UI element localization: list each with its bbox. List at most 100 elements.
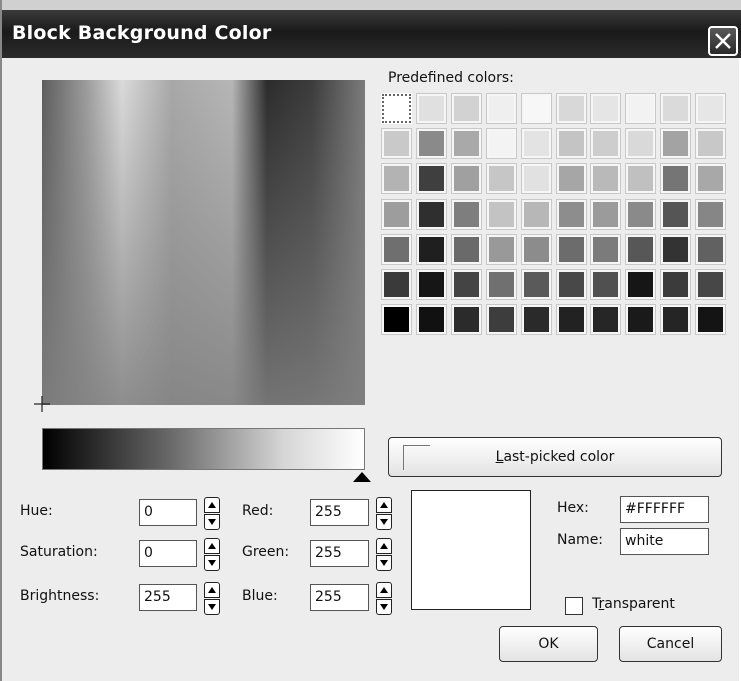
color-swatch[interactable] — [451, 163, 482, 194]
color-swatch[interactable] — [381, 199, 412, 230]
hue-decrement-button[interactable] — [204, 514, 220, 530]
red-input[interactable]: 255 — [310, 499, 369, 526]
name-input[interactable]: white — [620, 528, 709, 555]
blue-input[interactable]: 255 — [310, 584, 369, 611]
close-button[interactable] — [708, 26, 738, 56]
color-swatch[interactable] — [590, 234, 621, 265]
color-swatch[interactable] — [416, 234, 447, 265]
color-swatch[interactable] — [381, 128, 412, 159]
brightness-input[interactable]: 255 — [139, 584, 197, 611]
color-swatch[interactable] — [625, 304, 656, 335]
color-swatch[interactable] — [625, 128, 656, 159]
green-input[interactable]: 255 — [310, 540, 369, 567]
color-swatch[interactable] — [451, 128, 482, 159]
color-swatch[interactable] — [695, 199, 726, 230]
color-swatch[interactable] — [556, 304, 587, 335]
color-swatch[interactable] — [556, 163, 587, 194]
color-swatch[interactable] — [590, 269, 621, 300]
color-swatch[interactable] — [590, 199, 621, 230]
brightness-increment-button[interactable] — [204, 582, 220, 598]
color-swatch[interactable] — [416, 93, 447, 124]
transparent-checkbox[interactable] — [565, 597, 583, 615]
color-swatch[interactable] — [660, 93, 691, 124]
color-swatch[interactable] — [625, 163, 656, 194]
color-swatch[interactable] — [660, 128, 691, 159]
saturation-brightness-picker[interactable] — [42, 80, 365, 405]
color-swatch[interactable] — [625, 234, 656, 265]
color-swatch[interactable] — [590, 304, 621, 335]
color-swatch[interactable] — [416, 163, 447, 194]
saturation-decrement-button[interactable] — [204, 555, 220, 571]
color-swatch[interactable] — [695, 93, 726, 124]
color-swatch[interactable] — [486, 163, 517, 194]
color-swatch[interactable] — [381, 234, 412, 265]
brightness-decrement-button[interactable] — [204, 599, 220, 615]
color-swatch[interactable] — [521, 269, 552, 300]
color-swatch[interactable] — [416, 128, 447, 159]
ok-button[interactable]: OK — [499, 626, 598, 662]
color-swatch[interactable] — [590, 163, 621, 194]
color-swatch[interactable] — [451, 269, 482, 300]
color-swatch[interactable] — [590, 93, 621, 124]
green-increment-button[interactable] — [376, 538, 392, 554]
color-swatch[interactable] — [451, 234, 482, 265]
color-swatch[interactable] — [451, 304, 482, 335]
color-swatch[interactable] — [521, 163, 552, 194]
color-swatch[interactable] — [695, 304, 726, 335]
color-swatch[interactable] — [521, 304, 552, 335]
color-swatch[interactable] — [486, 93, 517, 124]
color-swatch[interactable] — [556, 269, 587, 300]
red-increment-button[interactable] — [376, 497, 392, 513]
brightness-spinner[interactable] — [204, 582, 220, 616]
color-swatch[interactable] — [521, 199, 552, 230]
color-swatch[interactable] — [381, 304, 412, 335]
color-swatch[interactable] — [695, 163, 726, 194]
color-swatch[interactable] — [486, 199, 517, 230]
color-swatch[interactable] — [416, 199, 447, 230]
color-swatch[interactable] — [521, 93, 552, 124]
color-swatch[interactable] — [521, 234, 552, 265]
blue-spinner[interactable] — [376, 582, 392, 616]
color-swatch[interactable] — [486, 304, 517, 335]
color-swatch[interactable] — [486, 234, 517, 265]
color-swatch[interactable] — [416, 269, 447, 300]
color-swatch[interactable] — [660, 304, 691, 335]
hue-input[interactable]: 0 — [139, 499, 197, 526]
blue-decrement-button[interactable] — [376, 599, 392, 615]
saturation-increment-button[interactable] — [204, 538, 220, 554]
color-swatch[interactable] — [381, 93, 412, 124]
hex-input[interactable]: #FFFFFF — [620, 496, 709, 523]
color-swatch[interactable] — [416, 304, 447, 335]
color-swatch[interactable] — [625, 199, 656, 230]
red-spinner[interactable] — [376, 497, 392, 531]
color-swatch[interactable] — [660, 163, 691, 194]
color-swatch[interactable] — [625, 269, 656, 300]
color-swatch[interactable] — [381, 269, 412, 300]
color-swatch[interactable] — [486, 128, 517, 159]
color-swatch[interactable] — [451, 93, 482, 124]
saturation-input[interactable]: 0 — [139, 540, 197, 567]
color-swatch[interactable] — [556, 93, 587, 124]
green-spinner[interactable] — [376, 538, 392, 572]
hue-spinner[interactable] — [204, 497, 220, 531]
cancel-button[interactable]: Cancel — [619, 626, 722, 662]
last-picked-color-button[interactable]: Last-picked color — [388, 437, 722, 477]
color-swatch[interactable] — [556, 199, 587, 230]
color-swatch[interactable] — [381, 163, 412, 194]
color-swatch[interactable] — [590, 128, 621, 159]
saturation-spinner[interactable] — [204, 538, 220, 572]
blue-increment-button[interactable] — [376, 582, 392, 598]
hue-increment-button[interactable] — [204, 497, 220, 513]
color-swatch[interactable] — [521, 128, 552, 159]
luminance-slider[interactable] — [42, 428, 365, 470]
color-swatch[interactable] — [695, 234, 726, 265]
color-swatch[interactable] — [556, 234, 587, 265]
red-decrement-button[interactable] — [376, 514, 392, 530]
color-swatch[interactable] — [660, 269, 691, 300]
color-swatch[interactable] — [695, 269, 726, 300]
color-swatch[interactable] — [695, 128, 726, 159]
color-swatch[interactable] — [451, 199, 482, 230]
color-swatch[interactable] — [625, 93, 656, 124]
color-swatch[interactable] — [660, 199, 691, 230]
triangle-up-icon[interactable] — [353, 472, 371, 482]
